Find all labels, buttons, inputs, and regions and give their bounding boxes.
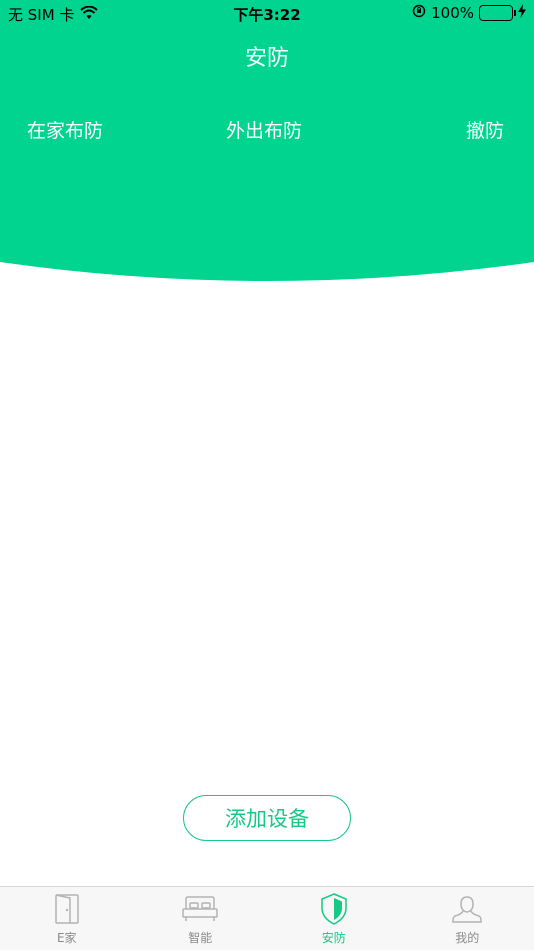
door-icon — [49, 893, 85, 925]
disarm-button[interactable]: 撤防 — [466, 116, 504, 143]
charging-icon — [518, 4, 526, 22]
battery-percent: 100% — [431, 4, 474, 22]
tab-me[interactable]: 我的 — [401, 887, 534, 950]
tab-label-smart: 智能 — [188, 931, 213, 945]
arm-away-button[interactable]: 外出布防 — [226, 116, 302, 143]
page-title: 安防 — [244, 46, 289, 71]
hero-header: 无 SIM 卡 下午3:22 100% 安防 在家布防 外出布防 撤防 — [0, 0, 534, 290]
status-bar: 无 SIM 卡 下午3:22 100% — [0, 0, 534, 28]
orientation-lock-icon — [412, 4, 426, 22]
person-icon — [449, 893, 485, 925]
shield-icon — [316, 893, 352, 925]
tab-home[interactable]: E家 — [0, 887, 134, 950]
tab-label-security: 安防 — [321, 931, 346, 945]
tab-bar: E家 智能 安防 我的 — [0, 886, 534, 950]
status-right: 100% — [412, 4, 526, 22]
tab-security[interactable]: 安防 — [267, 887, 401, 950]
bed-icon — [182, 893, 218, 925]
add-device-button[interactable]: 添加设备 — [183, 795, 351, 841]
tab-label-home: E家 — [56, 931, 77, 945]
tab-smart[interactable]: 智能 — [134, 887, 268, 950]
tab-label-me: 我的 — [455, 931, 480, 945]
battery-icon — [479, 5, 516, 21]
arm-home-button[interactable]: 在家布防 — [27, 116, 103, 143]
